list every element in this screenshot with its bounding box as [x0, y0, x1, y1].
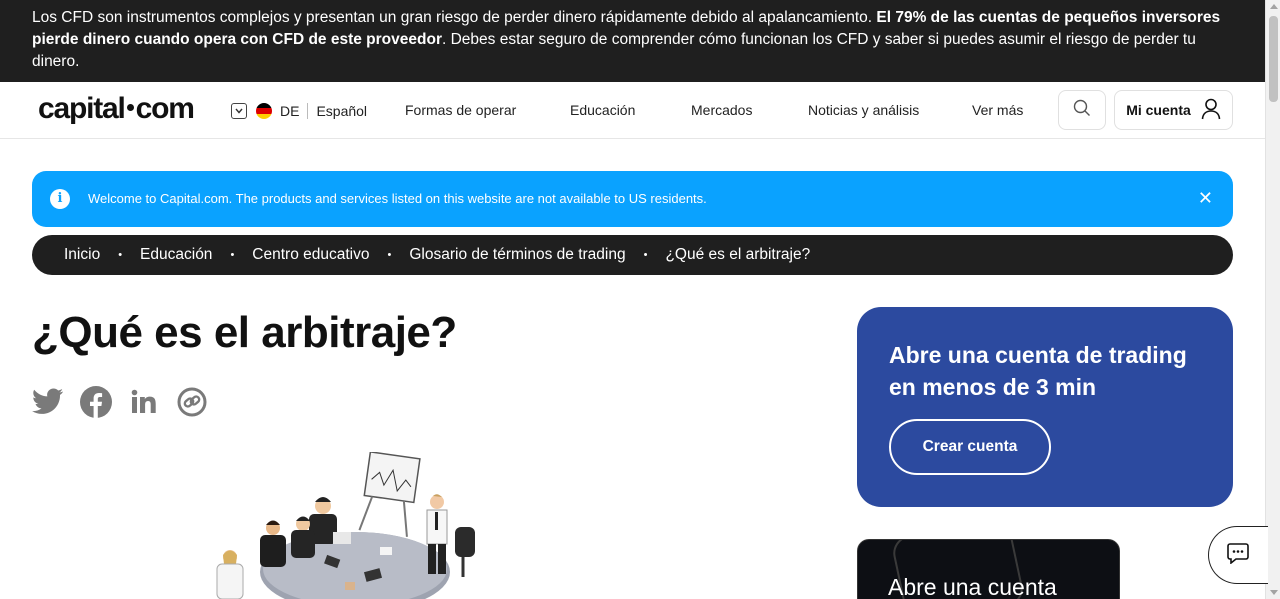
nav-ver-mas[interactable]: Ver más: [972, 102, 1023, 118]
breadcrumb-current: ¿Qué es el arbitraje?: [665, 246, 811, 263]
nav-formas-de-operar[interactable]: Formas de operar: [405, 102, 516, 118]
close-icon[interactable]: ✕: [1198, 188, 1213, 209]
country-code: DE: [280, 103, 300, 119]
nav-educacion[interactable]: Educación: [570, 102, 635, 118]
risk-warning-banner: Los CFD son instrumentos complejos y pre…: [0, 0, 1265, 82]
search-button[interactable]: [1058, 90, 1106, 130]
page-scrollbar[interactable]: [1265, 0, 1280, 599]
language-selector[interactable]: DE Español: [231, 101, 367, 121]
nav-noticias-y-analisis[interactable]: Noticias y análisis: [808, 102, 919, 118]
app-promo-card[interactable]: Abre una cuenta: [857, 539, 1120, 599]
scroll-thumb[interactable]: [1269, 16, 1278, 102]
copy-link-icon[interactable]: [176, 386, 208, 418]
logo-dot: [126, 104, 134, 112]
capital-logo[interactable]: capital com: [38, 92, 195, 126]
user-icon: [1201, 98, 1221, 123]
breadcrumb-separator: •: [387, 249, 392, 261]
breadcrumb-inicio[interactable]: Inicio: [64, 246, 100, 264]
meeting-illustration: [205, 451, 495, 599]
breadcrumb-separator: •: [643, 249, 648, 261]
nav-mercados[interactable]: Mercados: [691, 102, 752, 118]
logo-text-left: capital: [38, 92, 126, 125]
chat-icon: [1227, 542, 1249, 569]
my-account-button[interactable]: Mi cuenta: [1114, 90, 1233, 130]
create-account-button[interactable]: Crear cuenta: [889, 419, 1051, 475]
germany-flag-icon: [256, 103, 272, 119]
scroll-up-arrow-icon[interactable]: [1270, 4, 1278, 9]
breadcrumb-educacion[interactable]: Educación: [140, 246, 212, 264]
linkedin-icon[interactable]: [128, 386, 160, 418]
account-label: Mi cuenta: [1126, 102, 1191, 118]
page-title: ¿Qué es el arbitraje?: [32, 308, 457, 357]
alert-message: Welcome to Capital.com. The products and…: [88, 191, 707, 206]
chat-button[interactable]: [1208, 526, 1268, 584]
twitter-icon[interactable]: [32, 386, 64, 418]
risk-text-intro: Los CFD son instrumentos complejos y pre…: [32, 9, 877, 26]
scroll-down-arrow-icon[interactable]: [1270, 590, 1278, 595]
breadcrumb: Inicio • Educación • Centro educativo • …: [32, 235, 1233, 275]
language-divider: [307, 103, 309, 119]
open-account-card: Abre una cuenta de trading en menos de 3…: [857, 307, 1233, 507]
search-icon: [1073, 99, 1091, 122]
breadcrumb-separator: •: [230, 249, 235, 261]
us-residents-alert: i Welcome to Capital.com. The products a…: [32, 171, 1233, 227]
breadcrumb-centro-educativo[interactable]: Centro educativo: [252, 246, 369, 264]
site-header: capital com DE Español Formas de operar E…: [0, 82, 1265, 139]
promo-text: Abre una cuenta: [888, 574, 1057, 599]
breadcrumb-glosario[interactable]: Glosario de términos de trading: [409, 246, 625, 264]
cta-heading: Abre una cuenta de trading en menos de 3…: [889, 342, 1187, 400]
language-label[interactable]: Español: [316, 103, 367, 119]
logo-text-right: com: [135, 92, 195, 125]
breadcrumb-separator: •: [118, 249, 123, 261]
info-icon: i: [50, 189, 70, 209]
facebook-icon[interactable]: [80, 386, 112, 418]
chevron-down-icon[interactable]: [231, 103, 247, 119]
